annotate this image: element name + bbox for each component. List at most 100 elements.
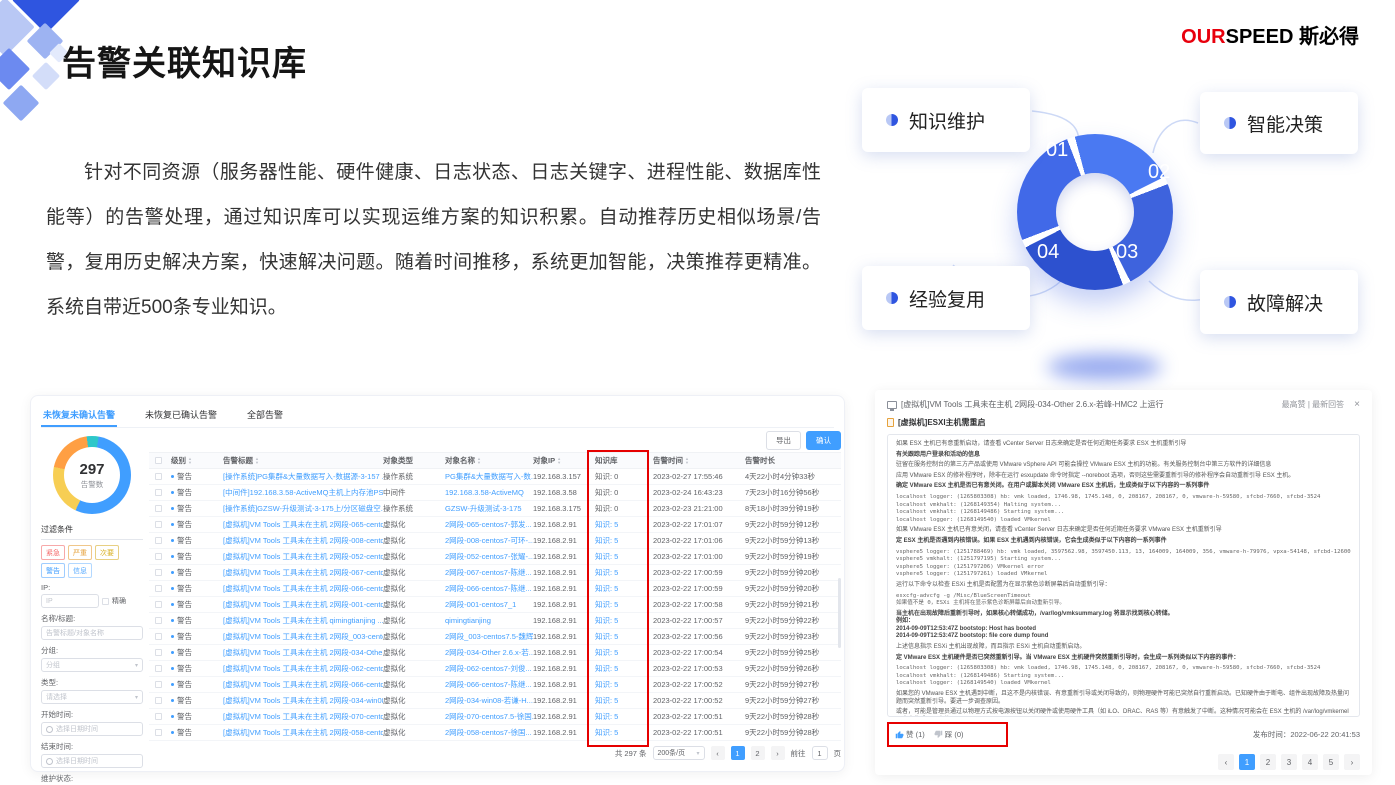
table-row[interactable]: 警告 [虚拟机]VM Tools 工具未在主机 2网段-052-cento...…	[149, 549, 841, 565]
row-checkbox[interactable]	[155, 521, 162, 528]
sort-icon[interactable]: ▲▼	[188, 457, 192, 464]
table-row[interactable]: 警告 [虚拟机]VM Tools 工具未在主机 2网段-062-cento...…	[149, 661, 841, 677]
row-checkbox[interactable]	[155, 537, 162, 544]
kb-count-link[interactable]: 知识: 5	[595, 519, 653, 530]
table-row[interactable]: 警告 [操作系统]PG集群&大量数据写入-数据源-3-157 ... 操作系统 …	[149, 469, 841, 485]
kb-count-link[interactable]: 知识: 0	[595, 503, 653, 514]
page-button-2[interactable]: 2	[751, 746, 765, 760]
end-time-input[interactable]: 选择日期时间	[41, 754, 143, 768]
table-row[interactable]: 警告 [虚拟机]VM Tools 工具未在主机 2网段_003-cento...…	[149, 629, 841, 645]
kb-count-link[interactable]: 知识: 5	[595, 599, 653, 610]
alert-title-link[interactable]: [虚拟机]VM Tools 工具未在主机 2网段-062-cento...	[223, 663, 383, 674]
name-filter-input[interactable]: 告警标题/对象名称	[41, 626, 143, 640]
alert-title-link[interactable]: [虚拟机]VM Tools 工具未在主机 2网段_003-cento...	[223, 631, 383, 642]
group-filter-select[interactable]: 分组▾	[41, 658, 143, 672]
row-checkbox[interactable]	[155, 617, 162, 624]
close-icon[interactable]: ×	[1354, 399, 1360, 410]
kb-count-link[interactable]: 知识: 5	[595, 695, 653, 706]
alert-title-link[interactable]: [虚拟机]VM Tools 工具未在主机 2网段-065-cento...	[223, 519, 383, 530]
row-checkbox[interactable]	[155, 681, 162, 688]
kb-page-button-5[interactable]: 5	[1323, 754, 1339, 770]
sort-icon[interactable]: ▲▼	[685, 457, 689, 464]
row-checkbox[interactable]	[155, 649, 162, 656]
kb-count-link[interactable]: 知识: 5	[595, 711, 653, 722]
alert-title-link[interactable]: [虚拟机]VM Tools 工具未在主机 2网段-008-cento...	[223, 535, 383, 546]
object-name-link[interactable]: 2网段_003-centos7.5-魏辉...	[445, 631, 533, 642]
prev-page-button[interactable]: ‹	[711, 746, 725, 760]
alert-title-link[interactable]: [中间件]192.168.3.58-ActiveMQ主机上内存池PS S...	[223, 487, 383, 498]
table-row[interactable]: 警告 [操作系统]GZSW-升级测试-3-175上/分区磁盘空... 操作系统 …	[149, 501, 841, 517]
row-checkbox[interactable]	[155, 489, 162, 496]
row-checkbox[interactable]	[155, 633, 162, 640]
chip-major[interactable]: 严重	[68, 545, 92, 560]
chip-critical[interactable]: 紧急	[41, 545, 65, 560]
kb-page-button-4[interactable]: 4	[1302, 754, 1318, 770]
tab-all-alerts[interactable]: 全部告警	[245, 404, 285, 427]
table-row[interactable]: 警告 [虚拟机]VM Tools 工具未在主机 2网段-066-cento...…	[149, 581, 841, 597]
kb-count-link[interactable]: 知识: 5	[595, 551, 653, 562]
table-row[interactable]: 警告 [虚拟机]VM Tools 工具未在主机 2网段-058-cento...…	[149, 725, 841, 741]
sort-icon[interactable]: ▲▼	[477, 457, 481, 464]
thumbs-down-button[interactable]: 踩 (0)	[934, 729, 964, 740]
alert-title-link[interactable]: [虚拟机]VM Tools 工具未在主机 2网段-034-Other...	[223, 647, 383, 658]
alert-title-link[interactable]: [虚拟机]VM Tools 工具未在主机 2网段-001-cento...	[223, 599, 383, 610]
alert-title-link[interactable]: [虚拟机]VM Tools 工具未在主机 2网段-067-cento...	[223, 567, 383, 578]
sort-icon[interactable]: ▲▼	[557, 457, 561, 464]
tab-unrecovered-confirmed[interactable]: 未恢复已确认告警	[143, 404, 219, 427]
kb-next-page-button[interactable]: ›	[1344, 754, 1360, 770]
row-checkbox[interactable]	[155, 729, 162, 736]
chip-minor[interactable]: 次要	[95, 545, 119, 560]
col-object-ip[interactable]: 对象IP▲▼	[533, 455, 595, 466]
row-checkbox[interactable]	[155, 665, 162, 672]
kb-page-button-2[interactable]: 2	[1260, 754, 1276, 770]
table-row[interactable]: 警告 [虚拟机]VM Tools 工具未在主机 2网段-008-cento...…	[149, 533, 841, 549]
row-checkbox[interactable]	[155, 569, 162, 576]
col-title[interactable]: 告警标题▲▼	[223, 455, 383, 466]
chip-info[interactable]: 信息	[68, 563, 92, 578]
kb-sort-links[interactable]: 最高赞 | 最新回答	[1282, 399, 1345, 410]
alert-title-link[interactable]: [操作系统]GZSW-升级测试-3-175上/分区磁盘空...	[223, 503, 383, 514]
col-object-name[interactable]: 对象名称▲▼	[445, 455, 533, 466]
kb-count-link[interactable]: 知识: 5	[595, 727, 653, 738]
kb-count-link[interactable]: 知识: 5	[595, 583, 653, 594]
row-checkbox[interactable]	[155, 473, 162, 480]
alert-title-link[interactable]: [虚拟机]VM Tools 工具未在主机 2网段-066-cento...	[223, 583, 383, 594]
table-scrollbar[interactable]	[838, 578, 841, 648]
thumbs-up-button[interactable]: 赞 (1)	[895, 729, 925, 740]
tab-unrecovered-unconfirmed[interactable]: 未恢复未确认告警	[41, 404, 117, 427]
object-name-link[interactable]: 2网段-001-centos7_1	[445, 599, 533, 610]
alert-title-link[interactable]: [虚拟机]VM Tools 工具未在主机 2网段-052-cento...	[223, 551, 383, 562]
select-all-checkbox[interactable]	[155, 457, 162, 464]
table-row[interactable]: 警告 [虚拟机]VM Tools 工具未在主机 2网段-001-cento...…	[149, 597, 841, 613]
kb-count-link[interactable]: 知识: 0	[595, 487, 653, 498]
col-level[interactable]: 级别▲▼	[171, 455, 223, 466]
kb-count-link[interactable]: 知识: 5	[595, 535, 653, 546]
start-time-input[interactable]: 选择日期时间	[41, 722, 143, 736]
table-row[interactable]: 警告 [虚拟机]VM Tools 工具未在主机 2网段-034-Other...…	[149, 645, 841, 661]
exact-match-checkbox[interactable]	[102, 598, 109, 605]
object-name-link[interactable]: 2网段-034-win08-若谦-H...	[445, 695, 533, 706]
object-name-link[interactable]: 2网段-065-centos7-郭发...	[445, 519, 533, 530]
table-row[interactable]: 警告 [虚拟机]VM Tools 工具未在主机 2网段-034-win08...…	[149, 693, 841, 709]
object-name-link[interactable]: 2网段-066-centos7-陈继...	[445, 679, 533, 690]
object-name-link[interactable]: 2网段-058-centos7-徐国...	[445, 727, 533, 738]
alert-title-link[interactable]: [操作系统]PG集群&大量数据写入-数据源-3-157 ...	[223, 471, 383, 482]
kb-count-link[interactable]: 知识: 5	[595, 567, 653, 578]
object-name-link[interactable]: 2网段-008-centos7-可环-...	[445, 535, 533, 546]
next-page-button[interactable]: ›	[771, 746, 785, 760]
object-name-link[interactable]: PG集群&大量数据写入-数...	[445, 471, 533, 482]
page-size-select[interactable]: 200条/页▾	[653, 746, 705, 760]
row-checkbox[interactable]	[155, 505, 162, 512]
chip-warning[interactable]: 警告	[41, 563, 65, 578]
jump-page-input[interactable]: 1	[812, 746, 828, 760]
object-name-link[interactable]: 2网段-066-centos7-陈继...	[445, 583, 533, 594]
kb-count-link[interactable]: 知识: 5	[595, 615, 653, 626]
table-row[interactable]: 警告 [虚拟机]VM Tools 工具未在主机 2网段-065-cento...…	[149, 517, 841, 533]
kb-count-link[interactable]: 知识: 5	[595, 631, 653, 642]
table-row[interactable]: 警告 [虚拟机]VM Tools 工具未在主机 qimingtianjing .…	[149, 613, 841, 629]
alert-title-link[interactable]: [虚拟机]VM Tools 工具未在主机 2网段-058-cento...	[223, 727, 383, 738]
export-button[interactable]: 导出	[766, 431, 801, 450]
ip-filter-input[interactable]: IP	[41, 594, 99, 608]
kb-count-link[interactable]: 知识: 5	[595, 663, 653, 674]
object-name-link[interactable]: 192.168.3.58-ActiveMQ	[445, 488, 533, 497]
